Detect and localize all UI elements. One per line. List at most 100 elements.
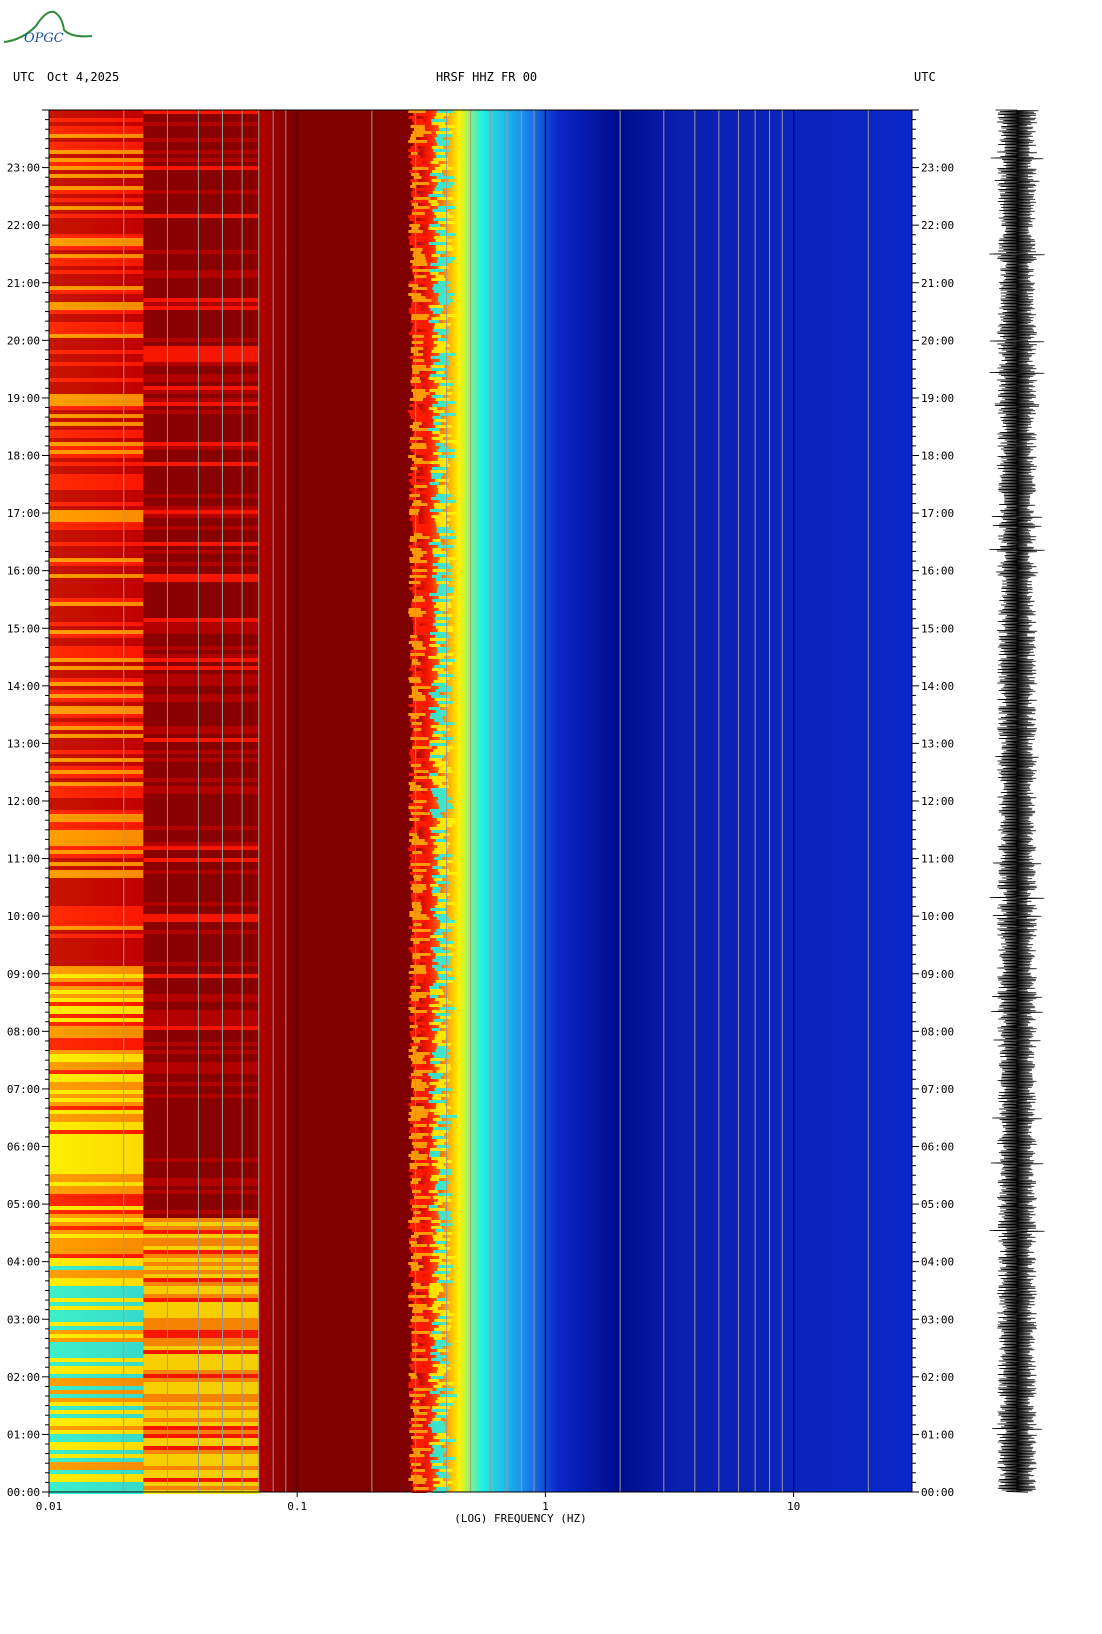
microseism-band	[412, 503, 428, 506]
microseism-band	[433, 782, 443, 785]
mid-low-freq-band	[143, 322, 259, 326]
microseism-band	[430, 836, 444, 839]
mid-low-freq-band	[143, 1438, 259, 1442]
microseism-band	[411, 983, 419, 986]
low-freq-band	[49, 762, 144, 766]
microseism-band	[433, 1337, 442, 1340]
mid-low-freq-band	[143, 1378, 259, 1382]
microseism-band	[428, 320, 439, 323]
low-freq-band	[49, 1122, 144, 1126]
microseism-band	[433, 554, 446, 557]
mid-low-freq-band	[143, 470, 259, 474]
microseism-band	[411, 365, 427, 368]
mid-low-freq-band	[143, 1478, 259, 1482]
microseism-band	[409, 719, 416, 722]
low-freq-band	[49, 198, 144, 202]
mid-low-freq-band	[143, 1254, 259, 1258]
microseism-band	[433, 218, 449, 221]
microseism-band	[428, 656, 445, 659]
time-tick-label: 11:00	[921, 853, 954, 866]
date-label: Oct 4,2025	[47, 70, 120, 84]
mid-low-freq-band	[143, 370, 259, 374]
microseism-band	[411, 1331, 431, 1334]
mid-low-freq-band	[143, 1338, 259, 1342]
microseism-band	[411, 857, 425, 860]
low-freq-band	[49, 882, 144, 886]
low-freq-band	[49, 1114, 144, 1118]
microseism-band	[431, 1463, 443, 1466]
microseism-band	[410, 383, 430, 386]
microseism-band	[435, 398, 450, 401]
mid-low-freq-band	[143, 926, 259, 930]
microseism-band	[431, 668, 444, 671]
mid-low-freq-band	[143, 842, 259, 846]
microseism-band	[412, 1259, 423, 1262]
mid-low-freq-band	[143, 178, 259, 182]
low-freq-band	[49, 290, 144, 294]
microseism-band	[433, 914, 448, 917]
microseism-band	[410, 1244, 428, 1247]
mid-low-freq-band	[143, 942, 259, 946]
microseism-band	[408, 308, 422, 311]
microseism-band	[414, 1232, 434, 1235]
time-tick-label: 14:00	[921, 680, 954, 693]
microseism-band	[412, 1439, 429, 1442]
microseism-band	[413, 980, 424, 983]
mid-low-freq-band	[143, 602, 259, 606]
microseism-band	[411, 302, 419, 305]
low-freq-band	[49, 1190, 144, 1194]
low-freq-band	[49, 1166, 144, 1170]
microseism-band	[439, 872, 458, 875]
microseism-band	[410, 1445, 425, 1448]
time-tick-label: 16:00	[7, 565, 40, 578]
time-tick-label: 18:00	[921, 450, 954, 463]
microseism-band	[437, 1043, 451, 1046]
microseism-band	[410, 1418, 427, 1421]
microseism-band	[429, 644, 441, 647]
microseism-band	[436, 215, 454, 218]
microseism-band	[409, 494, 420, 497]
low-freq-band	[49, 1022, 144, 1026]
low-freq-band	[49, 1330, 144, 1334]
mid-low-freq-band	[143, 146, 259, 150]
low-freq-band	[49, 174, 144, 178]
microseism-band	[413, 1070, 433, 1073]
mid-low-freq-band	[143, 714, 259, 718]
mid-low-freq-band	[143, 1146, 259, 1150]
microseism-band	[435, 1106, 451, 1109]
low-freq-band	[49, 622, 144, 626]
microseism-band	[432, 335, 442, 338]
mid-low-freq-band	[143, 862, 259, 866]
mid-low-freq-band	[143, 166, 259, 170]
microseism-band	[411, 674, 424, 677]
microseism-band	[437, 860, 454, 863]
microseism-band	[433, 422, 442, 425]
mid-low-freq-band	[143, 398, 259, 402]
low-freq-band	[49, 1010, 144, 1014]
low-freq-band	[49, 242, 144, 246]
low-freq-band	[49, 530, 144, 534]
time-tick-label: 22:00	[921, 219, 954, 232]
microseism-band	[436, 1085, 446, 1088]
microseism-band	[410, 845, 427, 848]
mid-low-freq-band	[143, 1386, 259, 1390]
microseism-band	[409, 218, 416, 221]
microseism-band	[437, 197, 454, 200]
mid-low-freq-band	[143, 230, 259, 234]
low-freq-band	[49, 1094, 144, 1098]
low-freq-band	[49, 286, 144, 290]
microseism-band	[436, 140, 450, 143]
microseism-band	[412, 1205, 428, 1208]
low-freq-band	[49, 786, 144, 790]
mid-low-freq-band	[143, 726, 259, 730]
mid-low-freq-band	[143, 390, 259, 394]
time-tick-label: 04:00	[7, 1256, 40, 1269]
mid-low-freq-band	[143, 866, 259, 870]
microseism-band	[408, 581, 421, 584]
microseism-band	[410, 260, 427, 263]
microseism-band	[412, 470, 420, 473]
microseism-band	[440, 1016, 452, 1019]
mid-low-freq-band	[143, 186, 259, 190]
microseism-band	[433, 983, 448, 986]
microseism-band	[429, 593, 447, 596]
